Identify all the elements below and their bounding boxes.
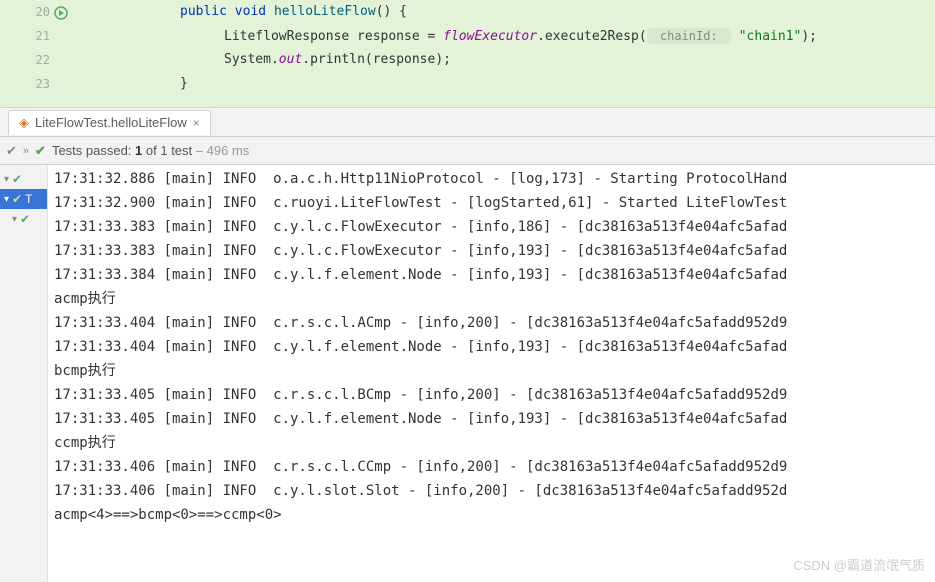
- tab-label: LiteFlowTest.helloLiteFlow: [35, 115, 187, 130]
- console-line: 17:31:33.383 [main] INFO c.y.l.c.FlowExe…: [54, 239, 935, 263]
- watermark: CSDN @霸道流氓气质: [793, 555, 925, 574]
- code-editor[interactable]: 20 public void helloLiteFlow() { 21 Liteflo…: [0, 0, 935, 107]
- test-status-bar: ✔ » ✔ Tests passed: 1 of 1 test – 496 ms: [0, 137, 935, 165]
- chevron-down-icon: ▾: [4, 174, 9, 185]
- console-line: 17:31:33.406 [main] INFO c.r.s.c.l.CCmp …: [54, 455, 935, 479]
- code-line[interactable]: }: [162, 72, 188, 96]
- tree-root[interactable]: ▾ ✔: [0, 169, 47, 189]
- console-line: 17:31:32.900 [main] INFO c.ruoyi.LiteFlo…: [54, 191, 935, 215]
- tree-node-label: T: [25, 192, 32, 206]
- console-line: 17:31:33.405 [main] INFO c.r.s.c.l.BCmp …: [54, 383, 935, 407]
- tests-passed-label: Tests passed: 1 of 1 test – 496 ms: [52, 143, 249, 158]
- test-runner-panel: ▾ ✔ ▾ ✔ T ▾ ✔ 17:31:32.886 [main] INFO o…: [0, 165, 935, 582]
- code-line[interactable]: public void helloLiteFlow() {: [162, 0, 407, 24]
- chevron-down-icon: ▾: [12, 214, 17, 225]
- line-number: 23: [0, 72, 58, 96]
- check-icon: ✔: [12, 192, 22, 206]
- test-icon: ◈: [19, 115, 29, 131]
- line-number: 22: [0, 48, 58, 72]
- console-line: 17:31:33.405 [main] INFO c.y.l.f.element…: [54, 407, 935, 431]
- line-number: 20: [0, 0, 58, 24]
- check-icon: ✔: [12, 172, 22, 186]
- check-green-icon: ✔: [35, 143, 46, 159]
- console-line: 17:31:32.886 [main] INFO o.a.c.h.Http11N…: [54, 167, 935, 191]
- check-grey-icon: ✔: [6, 143, 17, 159]
- console-line: acmp<4>==>bcmp<0>==>ccmp<0>: [54, 503, 935, 527]
- code-line[interactable]: System.out.println(response);: [206, 48, 451, 72]
- test-tree[interactable]: ▾ ✔ ▾ ✔ T ▾ ✔: [0, 165, 48, 582]
- console-line: 17:31:33.404 [main] INFO c.y.l.f.element…: [54, 335, 935, 359]
- code-line[interactable]: LiteflowResponse response = flowExecutor…: [206, 24, 817, 48]
- run-tab-bar: ◈ LiteFlowTest.helloLiteFlow ×: [0, 107, 935, 137]
- console-line: bcmp执行: [54, 359, 935, 383]
- line-number: 21: [0, 24, 58, 48]
- console-output[interactable]: 17:31:32.886 [main] INFO o.a.c.h.Http11N…: [48, 165, 935, 582]
- tree-node[interactable]: ▾ ✔: [0, 209, 47, 229]
- chevron-down-icon: ▾: [4, 194, 9, 205]
- console-line: ccmp执行: [54, 431, 935, 455]
- console-line: 17:31:33.406 [main] INFO c.y.l.slot.Slot…: [54, 479, 935, 503]
- rerun-test-icon[interactable]: [54, 4, 68, 18]
- console-line: 17:31:33.384 [main] INFO c.y.l.f.element…: [54, 263, 935, 287]
- chevron-right-icon: »: [23, 145, 29, 157]
- console-line: 17:31:33.383 [main] INFO c.y.l.c.FlowExe…: [54, 215, 935, 239]
- check-icon: ✔: [20, 212, 30, 226]
- console-line: acmp执行: [54, 287, 935, 311]
- tree-node[interactable]: ▾ ✔ T: [0, 189, 47, 209]
- console-line: 17:31:33.404 [main] INFO c.r.s.c.l.ACmp …: [54, 311, 935, 335]
- close-icon[interactable]: ×: [193, 116, 200, 130]
- test-tab[interactable]: ◈ LiteFlowTest.helloLiteFlow ×: [8, 110, 211, 135]
